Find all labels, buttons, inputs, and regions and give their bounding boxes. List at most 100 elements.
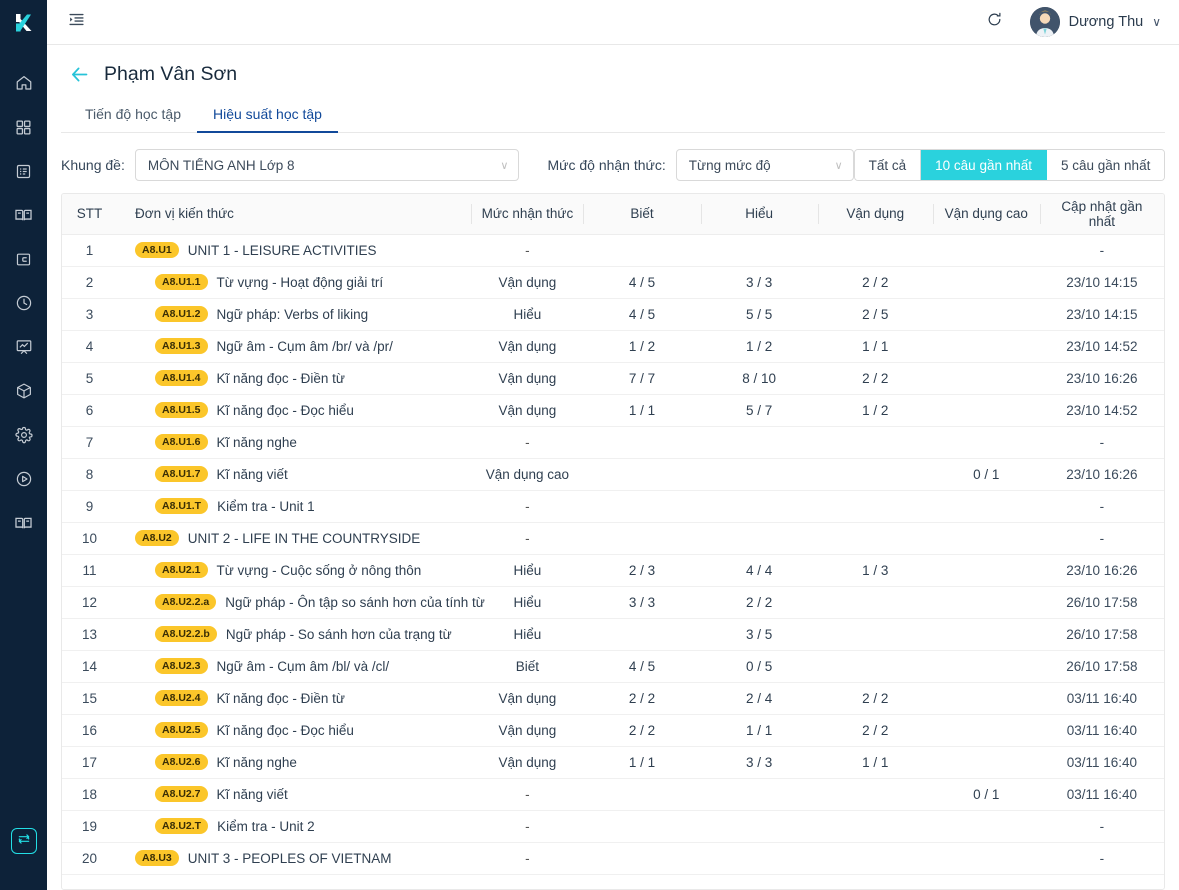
knowledge-code-badge: A8.U2.7	[155, 786, 208, 803]
cell-unit: A8.U2.2.aNgữ pháp - Ôn tập so sánh hơn c…	[117, 586, 471, 618]
cell-level: Hiểu	[471, 618, 583, 650]
sidebar-item-books[interactable]	[0, 501, 47, 545]
unit-cell: A8.U1.7Kĩ năng viết	[135, 466, 463, 483]
unit-cell: A8.U2UNIT 2 - LIFE IN THE COUNTRYSIDE	[135, 530, 463, 547]
cell-updated: 03/11 16:40	[1040, 746, 1164, 778]
cell-level: Hiểu	[471, 554, 583, 586]
segment-tat-ca[interactable]: Tất cả	[855, 150, 922, 180]
sidebar-item-cards[interactable]	[0, 237, 47, 281]
table-row[interactable]: 7A8.U1.6Kĩ năng nghe--	[62, 426, 1164, 458]
back-arrow-icon[interactable]	[69, 64, 90, 85]
cell-van-dung-cao	[933, 842, 1040, 874]
table-row[interactable]: 10A8.U2UNIT 2 - LIFE IN THE COUNTRYSIDE-…	[62, 522, 1164, 554]
knowledge-code-badge: A8.U3	[135, 850, 179, 867]
table-row[interactable]: 14A8.U2.3Ngữ âm - Cụm âm /bl/ và /cl/Biế…	[62, 650, 1164, 682]
table-row[interactable]: 1A8.U1UNIT 1 - LEISURE ACTIVITIES--	[62, 234, 1164, 266]
sidebar-item-resources[interactable]	[0, 369, 47, 413]
knowledge-code-badge: A8.U1.1	[155, 274, 208, 291]
table-row[interactable]: 13A8.U2.2.bNgữ pháp - So sánh hơn của tr…	[62, 618, 1164, 650]
table-row[interactable]: 11A8.U2.1Từ vựng - Cuộc sống ở nông thôn…	[62, 554, 1164, 586]
unit-cell: A8.U2.5Kĩ năng đọc - Đọc hiểu	[135, 722, 463, 739]
cell-van-dung-cao	[933, 618, 1040, 650]
swap-toggle-button[interactable]	[11, 828, 37, 854]
unit-cell: A8.U1.4Kĩ năng đọc - Điền từ	[135, 370, 463, 387]
table-row[interactable]: 20A8.U3UNIT 3 - PEOPLES OF VIETNAM--	[62, 842, 1164, 874]
unit-name: Ngữ âm - Cụm âm /br/ và /pr/	[217, 339, 393, 354]
table-row[interactable]: 12A8.U2.2.aNgữ pháp - Ôn tập so sánh hơn…	[62, 586, 1164, 618]
cell-level: -	[471, 842, 583, 874]
cell-van-dung: 2 / 2	[818, 714, 933, 746]
cell-updated: 23/10 16:26	[1040, 554, 1164, 586]
cell-updated: 03/11 16:40	[1040, 682, 1164, 714]
refresh-button[interactable]	[980, 7, 1010, 37]
column-header-biet: Biết	[583, 194, 700, 234]
user-menu[interactable]: Dương Thu ∨	[1030, 7, 1161, 37]
cell-biet: 7 / 7	[583, 362, 700, 394]
table-row[interactable]: 19A8.U2.TKiểm tra - Unit 2--	[62, 810, 1164, 842]
sidebar-item-home[interactable]	[0, 61, 47, 105]
table-row[interactable]: 17A8.U2.6Kĩ năng ngheVận dụng1 / 13 / 31…	[62, 746, 1164, 778]
sidebar-item-library[interactable]	[0, 193, 47, 237]
collapse-sidebar-button[interactable]	[61, 7, 91, 37]
unit-cell: A8.U2.7Kĩ năng viết	[135, 786, 463, 803]
page-header: Phạm Vân Sơn	[61, 45, 1165, 100]
sidebar-item-media[interactable]	[0, 457, 47, 501]
cell-updated: 23/10 14:52	[1040, 394, 1164, 426]
unit-name: Ngữ pháp - Ôn tập so sánh hơn của tính t…	[225, 595, 485, 610]
cell-unit: A8.U1.2Ngữ pháp: Verbs of liking	[117, 298, 471, 330]
tab-tien-do-hoc-tap[interactable]: Tiến độ học tập	[69, 100, 197, 132]
cell-biet	[583, 458, 700, 490]
table-row[interactable]: 3A8.U1.2Ngữ pháp: Verbs of likingHiểu4 /…	[62, 298, 1164, 330]
knowledge-code-badge: A8.U1.2	[155, 306, 208, 323]
unit-cell: A8.U2.2.bNgữ pháp - So sánh hơn của trạn…	[135, 626, 463, 643]
table-row[interactable]: 18A8.U2.7Kĩ năng viết-0 / 103/11 16:40	[62, 778, 1164, 810]
segment-10-cau-gan-nhat[interactable]: 10 câu gần nhất	[921, 150, 1047, 180]
cell-stt: 15	[62, 682, 117, 714]
table-head: STT Đơn vị kiến thức Mức nhận thức Biết …	[62, 194, 1164, 234]
app-logo[interactable]	[0, 0, 47, 45]
book-open-icon	[14, 514, 33, 533]
table-row[interactable]: 5A8.U1.4Kĩ năng đọc - Điền từVận dụng7 /…	[62, 362, 1164, 394]
cell-van-dung: 2 / 5	[818, 298, 933, 330]
clock-icon	[15, 294, 33, 312]
tab-bar: Tiến độ học tập Hiệu suất học tập	[61, 100, 1165, 133]
segment-5-cau-gan-nhat[interactable]: 5 câu gần nhất	[1047, 150, 1164, 180]
column-header-van-dung-cao: Vận dụng cao	[933, 194, 1040, 234]
cell-hieu: 0 / 5	[701, 650, 818, 682]
table-row[interactable]: 4A8.U1.3Ngữ âm - Cụm âm /br/ và /pr/Vận …	[62, 330, 1164, 362]
unit-cell: A8.U2.TKiểm tra - Unit 2	[135, 818, 463, 835]
unit-cell: A8.U1.2Ngữ pháp: Verbs of liking	[135, 306, 463, 323]
table-row[interactable]: 8A8.U1.7Kĩ năng viếtVận dụng cao0 / 123/…	[62, 458, 1164, 490]
sidebar-item-apps[interactable]	[0, 105, 47, 149]
unit-name: Kiểm tra - Unit 2	[217, 819, 315, 834]
cell-level: Vận dụng	[471, 714, 583, 746]
cell-unit: A8.U1.6Kĩ năng nghe	[117, 426, 471, 458]
sidebar-item-reports[interactable]	[0, 325, 47, 369]
table-row[interactable]: 6A8.U1.5Kĩ năng đọc - Đọc hiểuVận dụng1 …	[62, 394, 1164, 426]
sidebar-item-history[interactable]	[0, 281, 47, 325]
cell-van-dung-cao	[933, 746, 1040, 778]
filter-bar: Khung đề: MÔN TIẾNG ANH Lớp 8 ∨ Mức độ n…	[61, 133, 1165, 193]
level-select-value: Từng mức độ	[689, 158, 827, 173]
table-row[interactable]: 15A8.U2.4Kĩ năng đọc - Điền từVận dụng2 …	[62, 682, 1164, 714]
knowledge-code-badge: A8.U2.6	[155, 754, 208, 771]
level-select[interactable]: Từng mức độ ∨	[676, 149, 854, 181]
frame-select[interactable]: MÔN TIẾNG ANH Lớp 8 ∨	[135, 149, 520, 181]
table-row[interactable]: 16A8.U2.5Kĩ năng đọc - Đọc hiểuVận dụng2…	[62, 714, 1164, 746]
cell-unit: A8.U1.7Kĩ năng viết	[117, 458, 471, 490]
sidebar-item-settings[interactable]	[0, 413, 47, 457]
user-name: Dương Thu	[1069, 14, 1144, 30]
tab-hieu-suat-hoc-tap[interactable]: Hiệu suất học tập	[197, 100, 338, 132]
knowledge-code-badge: A8.U1	[135, 242, 179, 259]
cell-biet	[583, 842, 700, 874]
unit-cell: A8.U1.5Kĩ năng đọc - Đọc hiểu	[135, 402, 463, 419]
cell-biet: 1 / 2	[583, 330, 700, 362]
cell-biet	[583, 522, 700, 554]
cell-van-dung-cao	[933, 490, 1040, 522]
cell-biet	[583, 490, 700, 522]
cell-van-dung-cao	[933, 234, 1040, 266]
sidebar-item-documents[interactable]	[0, 149, 47, 193]
knowledge-code-badge: A8.U1.3	[155, 338, 208, 355]
table-row[interactable]: 9A8.U1.TKiểm tra - Unit 1--	[62, 490, 1164, 522]
table-row[interactable]: 2A8.U1.1Từ vựng - Hoạt động giải tríVận …	[62, 266, 1164, 298]
